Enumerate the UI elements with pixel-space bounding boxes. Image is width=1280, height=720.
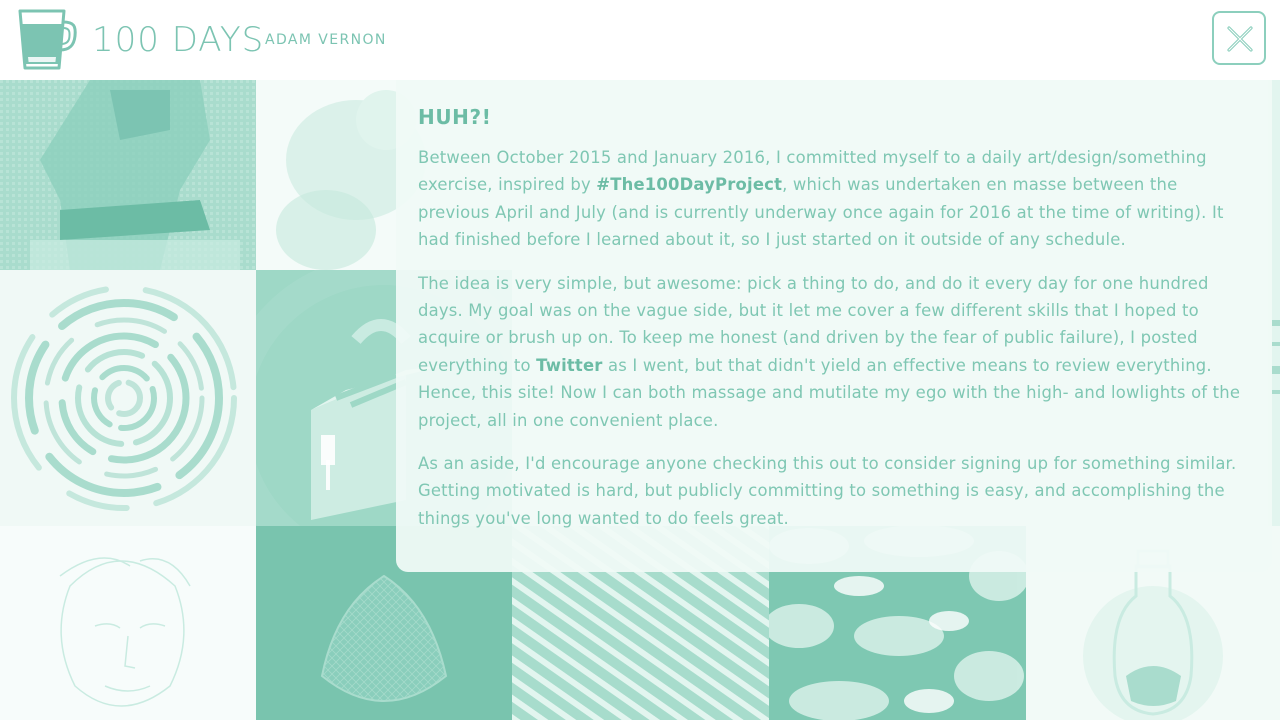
gallery-tile-sketch-face[interactable] <box>0 526 256 720</box>
coffee-cup-icon[interactable] <box>16 8 78 72</box>
spiral-rings-image <box>0 270 256 526</box>
about-modal: HUH?! Between October 2015 and January 2… <box>396 80 1272 572</box>
close-icon <box>1227 26 1253 52</box>
site-title[interactable]: 100 DAYS <box>92 18 264 62</box>
author-name: ADAM VERNON <box>265 32 387 48</box>
sketch-face-image <box>0 526 256 720</box>
pixel-figure-image <box>0 80 256 270</box>
modal-paragraph-2: The idea is very simple, but awesome: pi… <box>418 270 1250 434</box>
twitter-link[interactable]: Twitter <box>536 356 602 375</box>
modal-paragraph-3: As an aside, I'd encourage anyone checki… <box>418 454 1237 528</box>
close-button[interactable] <box>1212 11 1266 65</box>
modal-heading: HUH?! <box>418 105 492 129</box>
modal-paragraph-1: Between October 2015 and January 2016, I… <box>418 144 1250 254</box>
gallery-tile-spiral[interactable] <box>0 270 256 526</box>
gallery-tile-pixel-figure[interactable] <box>0 80 256 270</box>
site-header: 100 DAYS ADAM VERNON <box>0 0 1280 80</box>
the100dayproject-link[interactable]: #The100DayProject <box>596 175 782 194</box>
